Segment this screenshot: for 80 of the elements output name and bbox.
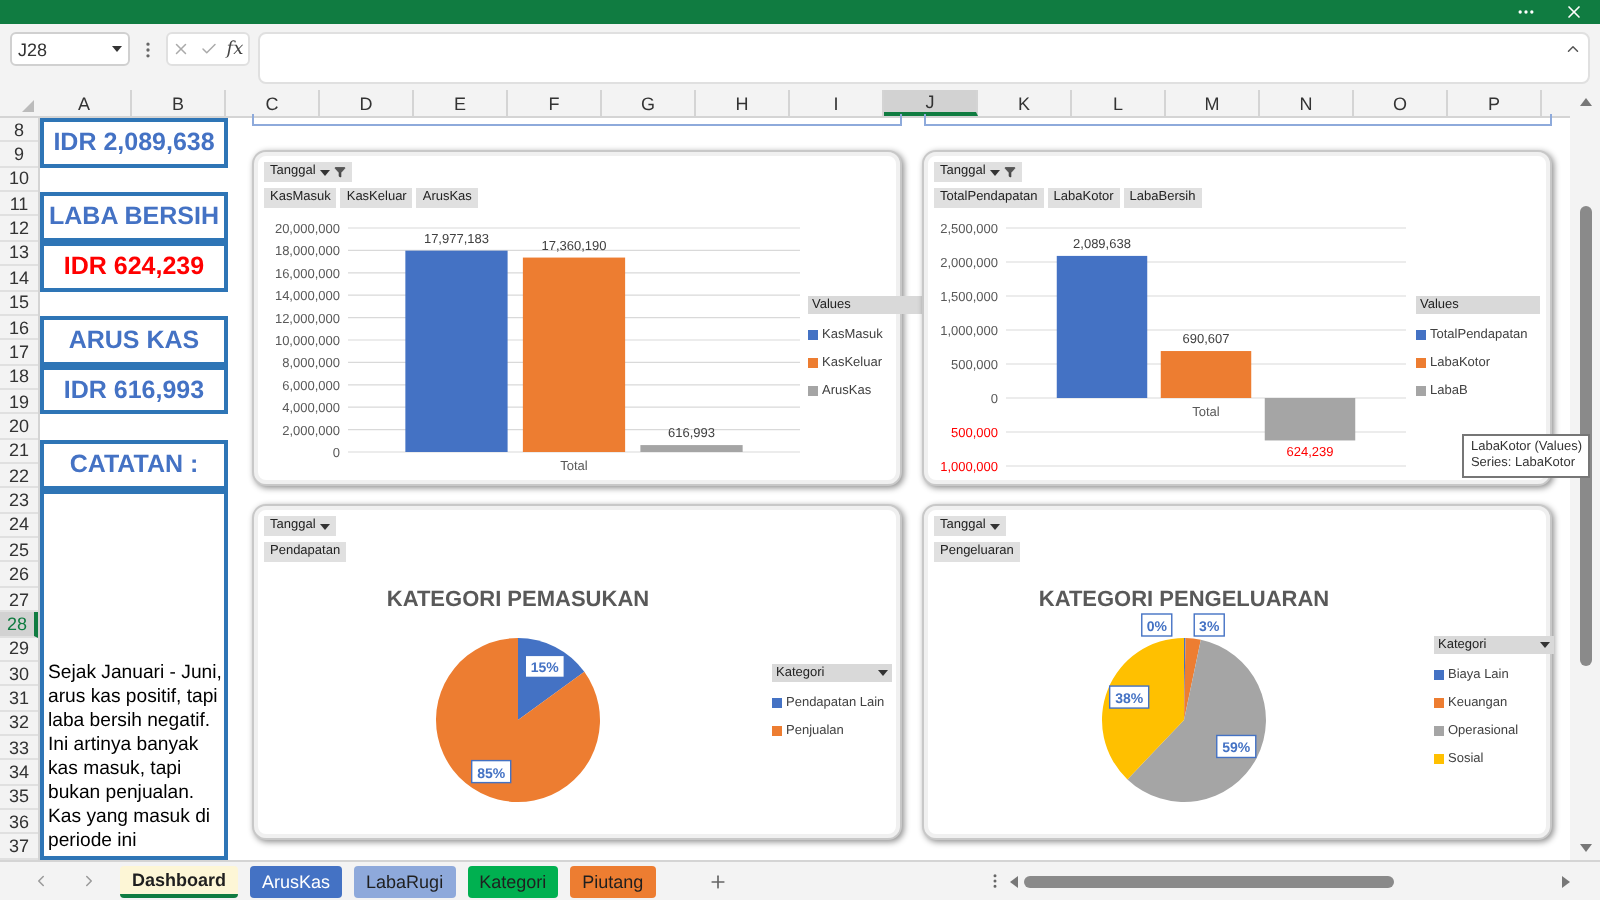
row-header[interactable]: 28: [0, 612, 38, 638]
row-header[interactable]: 15: [0, 291, 38, 316]
value-cell: IDR 616,993: [40, 365, 228, 415]
dropdown-caret-icon: [319, 523, 330, 529]
row-header[interactable]: 30: [0, 661, 38, 687]
heading-cell: LABA BERSIH: [40, 192, 228, 242]
scrollbar-thumb[interactable]: [1579, 206, 1591, 666]
filter-icon: [333, 166, 346, 178]
row-header[interactable]: 22: [0, 464, 38, 489]
row-header[interactable]: 19: [0, 389, 38, 415]
column-header[interactable]: M: [1166, 90, 1260, 116]
name-box[interactable]: J28: [10, 32, 130, 66]
dropdown-caret-icon: [878, 669, 888, 675]
scroll-left-icon[interactable]: [1010, 875, 1018, 887]
column-header[interactable]: G: [602, 90, 696, 116]
scrollbar-thumb[interactable]: [1024, 875, 1394, 887]
dropdown-caret-icon: [989, 523, 1000, 529]
insert-function-button[interactable]: fx: [226, 39, 244, 59]
scroll-right-icon[interactable]: [1562, 875, 1570, 887]
row-header[interactable]: 9: [0, 142, 38, 168]
column-header[interactable]: A: [38, 90, 132, 116]
column-header[interactable]: K: [978, 90, 1072, 116]
column-header[interactable]: L: [1072, 90, 1166, 116]
column-header[interactable]: D: [320, 90, 414, 116]
value-cell: IDR 624,239: [40, 241, 228, 292]
row-header[interactable]: 23: [0, 488, 38, 514]
row-header[interactable]: 31: [0, 686, 38, 712]
column-header[interactable]: E: [414, 90, 508, 116]
row-header[interactable]: 33: [0, 735, 38, 761]
row-header[interactable]: 34: [0, 760, 38, 786]
formula-input[interactable]: [258, 32, 1590, 84]
row-header[interactable]: 21: [0, 439, 38, 465]
row-header[interactable]: 17: [0, 340, 38, 366]
chart-title: KATEGORI PEMASUKAN: [386, 588, 650, 612]
row-header[interactable]: 36: [0, 810, 38, 835]
column-header[interactable]: O: [1354, 90, 1448, 116]
dropdown-caret-icon: [319, 169, 330, 175]
heading-cell: ARUS KAS: [40, 315, 228, 366]
chart-title: KATEGORI PENGELUARAN: [1038, 588, 1330, 612]
column-header[interactable]: P: [1448, 90, 1542, 116]
heading-cell: CATATAN :: [40, 439, 228, 489]
dropdown-caret-icon: [112, 46, 122, 52]
row-header[interactable]: 12: [0, 216, 38, 242]
row-header[interactable]: 25: [0, 538, 38, 563]
row-header[interactable]: 14: [0, 266, 38, 292]
column-header[interactable]: N: [1260, 90, 1354, 116]
column-header[interactable]: B: [132, 90, 226, 116]
row-header[interactable]: 18: [0, 365, 38, 390]
row-header[interactable]: 26: [0, 562, 38, 588]
note-cell: Sejak Januari - Juni, arus kas positif, tapi laba bersih negatif. Ini artinya banyak kas masuk, tapi bukan penjualan. Kas yang masuk di periode ini: [40, 489, 228, 860]
collapse-icon[interactable]: [1564, 40, 1582, 58]
check-icon[interactable]: [199, 40, 218, 58]
column-header[interactable]: C: [226, 90, 320, 116]
dropdown-caret-icon: [1540, 641, 1550, 647]
sheet-tab[interactable]: Dashboard: [120, 865, 239, 897]
row-header[interactable]: 35: [0, 785, 38, 811]
scroll-up-icon[interactable]: [1579, 98, 1591, 106]
close-icon[interactable]: [1564, 2, 1584, 22]
column-header[interactable]: H: [696, 90, 790, 116]
value-cell: IDR 2,089,638: [40, 118, 228, 168]
sheet-tab[interactable]: ArusKas: [250, 865, 343, 897]
column-header[interactable]: F: [508, 90, 602, 116]
row-header[interactable]: 32: [0, 711, 38, 736]
cancel-icon[interactable]: [172, 40, 191, 58]
dropdown-caret-icon: [989, 169, 1000, 175]
row-header[interactable]: 24: [0, 513, 38, 539]
row-header[interactable]: 10: [0, 167, 38, 193]
row-header[interactable]: 16: [0, 315, 38, 341]
add-sheet-icon[interactable]: [707, 871, 728, 891]
sheet-tab[interactable]: Piutang: [570, 865, 656, 897]
sheet-tab[interactable]: LabaRugi: [354, 865, 456, 897]
column-header[interactable]: J: [884, 90, 978, 116]
scroll-down-icon[interactable]: [1579, 844, 1591, 852]
filter-icon: [1003, 166, 1016, 178]
row-header[interactable]: 20: [0, 414, 38, 440]
row-header[interactable]: 29: [0, 637, 38, 662]
row-header[interactable]: 13: [0, 241, 38, 267]
row-header[interactable]: 11: [0, 192, 38, 217]
sheet-tab[interactable]: Kategori: [467, 865, 559, 897]
row-header[interactable]: 8: [0, 118, 38, 143]
